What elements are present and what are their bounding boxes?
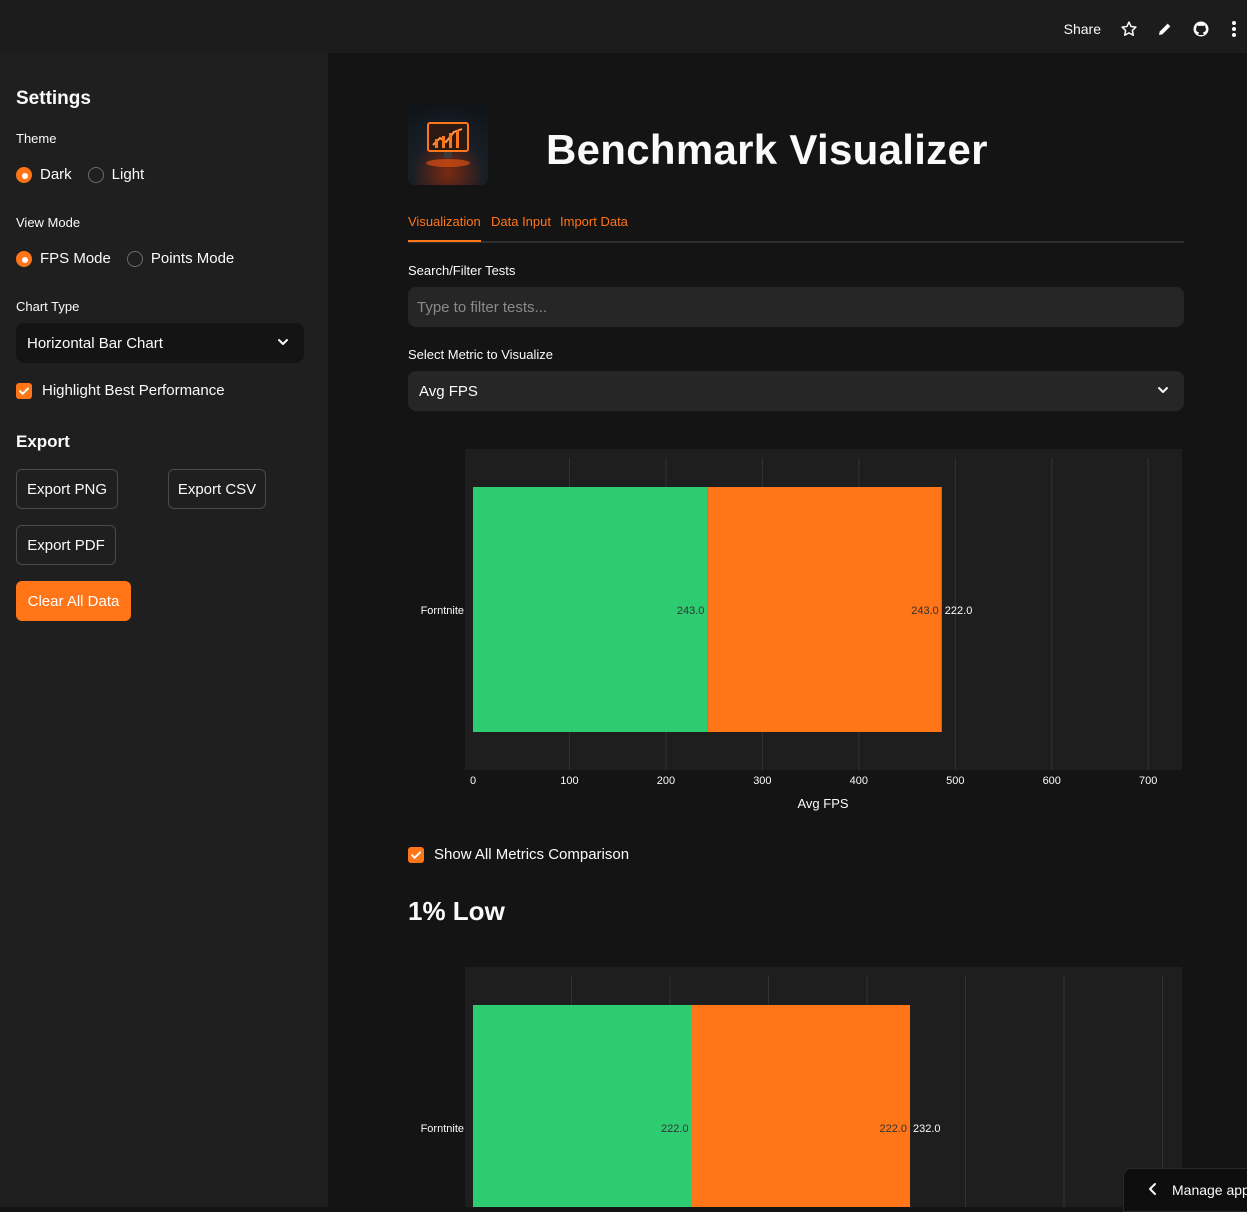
bar-chart-svg: 243.0 243.0 222.0 Forntnite 0 100 200 300 400 500…	[421, 458, 1163, 1207]
bar-value-label: 243.0	[911, 605, 939, 617]
bar-value-label: 222.0	[661, 1123, 689, 1135]
bar	[473, 487, 708, 732]
section-title: 1% Low	[408, 896, 505, 926]
bar	[707, 487, 942, 732]
checkmark-icon	[408, 846, 424, 863]
x-tick-label: 100	[560, 775, 578, 787]
show-all-metrics-label: Show All Metrics Comparison	[434, 846, 630, 863]
category-label: Forntnite	[421, 605, 464, 617]
x-tick-label: 500	[946, 775, 964, 787]
x-tick-label: 0	[470, 775, 476, 787]
show-all-metrics-checkbox[interactable]: Show All Metrics Comparison	[408, 846, 629, 863]
x-tick-label: 700	[1139, 775, 1157, 787]
bar	[691, 1005, 911, 1207]
x-axis-label: Avg FPS	[797, 796, 848, 811]
manage-app-label: Manage app	[1172, 1182, 1247, 1198]
x-tick-label: 200	[657, 775, 675, 787]
x-tick-label: 400	[850, 775, 868, 787]
x-tick-label: 600	[1043, 775, 1061, 787]
bar-value-label: 222.0	[945, 605, 973, 617]
manage-app-button[interactable]: Manage app	[1123, 1168, 1247, 1212]
category-label: Forntnite	[421, 1123, 464, 1135]
chevron-left-icon	[1148, 1182, 1158, 1199]
bar	[473, 1005, 692, 1207]
x-tick-label: 300	[753, 775, 771, 787]
bar-value-label: 243.0	[677, 605, 705, 617]
bar-value-label: 222.0	[879, 1123, 907, 1135]
bar-value-label: 232.0	[913, 1123, 941, 1135]
